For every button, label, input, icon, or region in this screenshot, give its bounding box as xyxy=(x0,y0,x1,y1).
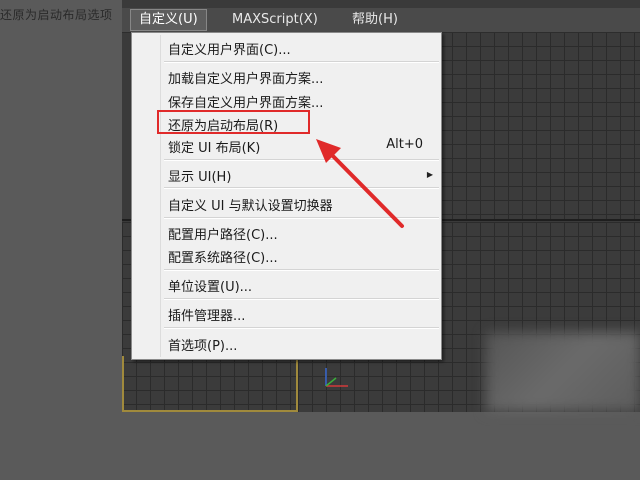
annotation-arrow-icon xyxy=(316,139,404,228)
